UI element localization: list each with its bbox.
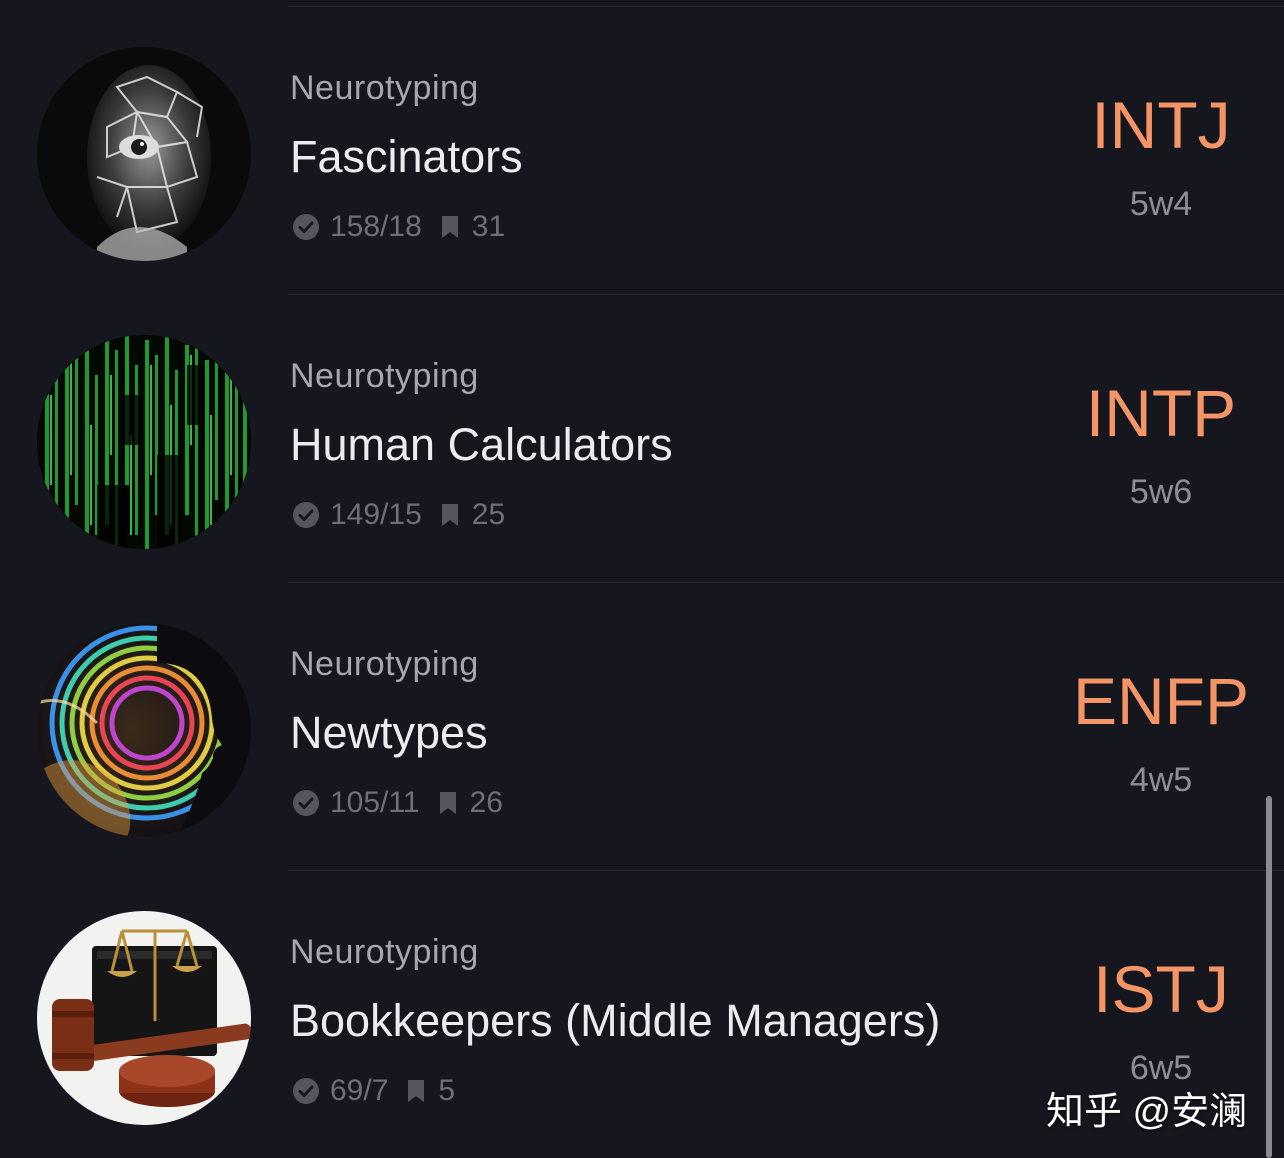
category-label: Neurotyping [290, 69, 479, 107]
votes-count: 149/15 [330, 498, 422, 531]
mbti-type: ISTJ [1093, 952, 1229, 1026]
bookmark-icon [406, 1078, 426, 1104]
list-item[interactable]: Neurotyping Fascinators 158/18 31 INTJ 5… [0, 7, 1284, 295]
avatar[interactable] [37, 47, 251, 261]
check-circle-icon [292, 213, 320, 241]
item-stats: 158/18 31 [292, 207, 505, 247]
item-title: Newtypes [290, 707, 488, 758]
avatar-image-matrix-code [37, 335, 251, 549]
votes-count: 158/18 [330, 210, 422, 243]
bookmarks-count: 31 [471, 210, 506, 243]
avatar-image-shattered-face [37, 47, 251, 261]
check-circle-icon [292, 501, 320, 529]
item-stats: 69/7 5 [292, 1071, 455, 1111]
item-stats: 105/11 26 [292, 783, 503, 823]
bookmarks-count: 26 [469, 786, 503, 819]
votes-count: 69/7 [330, 1074, 389, 1107]
votes-count: 105/11 [330, 786, 420, 819]
check-circle-icon [292, 789, 320, 817]
list-item[interactable]: Neurotyping Newtypes 105/11 26 ENFP 4w5 [0, 583, 1284, 871]
avatar[interactable] [37, 335, 251, 549]
item-title: Human Calculators [290, 419, 673, 470]
enneagram-type: 4w5 [1129, 761, 1193, 799]
item-title: Bookkeepers (Middle Managers) [290, 995, 941, 1046]
list-item[interactable]: Neurotyping Human Calculators 149/15 25 … [0, 295, 1284, 583]
avatar-image-scales-gavel [37, 911, 251, 1125]
mbti-type: INTP [1085, 376, 1237, 450]
category-label: Neurotyping [290, 357, 479, 395]
scrollbar[interactable] [1266, 796, 1272, 1158]
mbti-type: INTJ [1091, 88, 1231, 162]
bookmark-icon [440, 502, 460, 528]
item-stats: 149/15 25 [292, 495, 505, 535]
item-title: Fascinators [290, 131, 523, 182]
profile-list-screen: Neurotyping Fascinators 158/18 31 INTJ 5… [0, 0, 1284, 1158]
avatar[interactable] [37, 911, 251, 1125]
category-label: Neurotyping [290, 645, 479, 683]
bookmark-icon [438, 790, 458, 816]
bookmark-icon [440, 214, 460, 240]
enneagram-type: 5w4 [1129, 185, 1193, 223]
enneagram-type: 5w6 [1129, 473, 1193, 511]
check-circle-icon [292, 1077, 320, 1105]
category-label: Neurotyping [290, 933, 479, 971]
bookmarks-count: 5 [438, 1074, 456, 1107]
watermark: 知乎 @安澜 [1046, 1091, 1248, 1133]
avatar-image-rainbow-head [37, 623, 251, 837]
bookmarks-count: 25 [471, 498, 506, 531]
mbti-type: ENFP [1072, 664, 1250, 738]
avatar[interactable] [37, 623, 251, 837]
